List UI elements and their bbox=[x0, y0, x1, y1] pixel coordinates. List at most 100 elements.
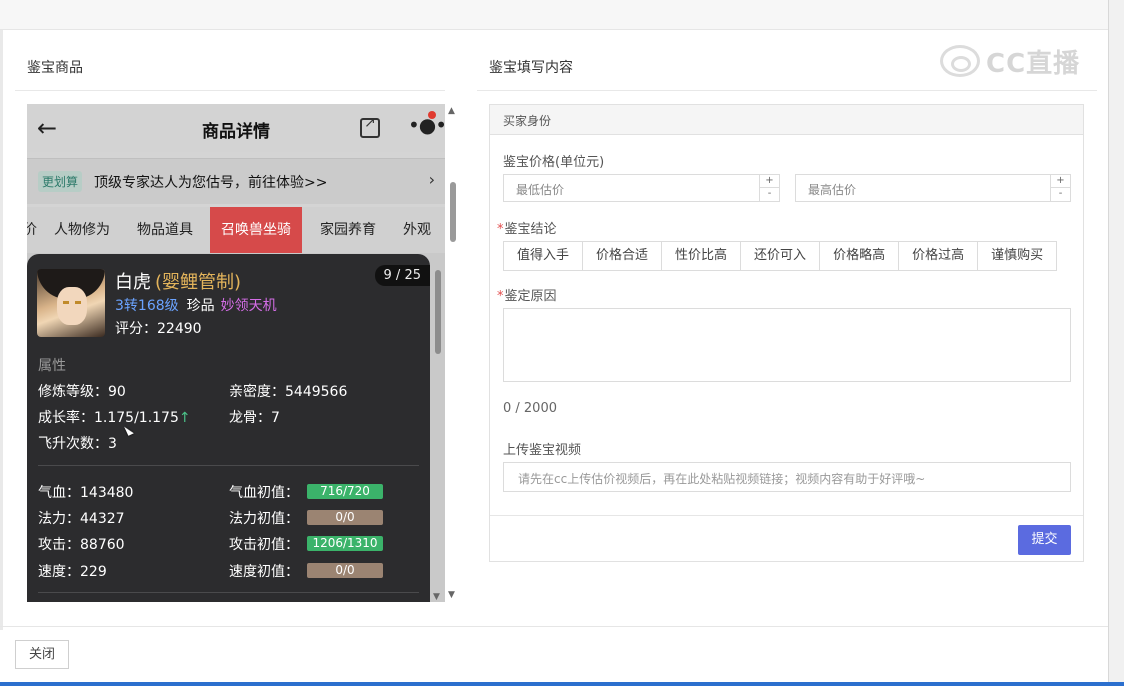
card-scrollbar[interactable]: ▼ bbox=[433, 252, 443, 602]
video-label: 上传鉴宝视频 bbox=[503, 443, 582, 458]
left-section-title: 鉴宝商品 bbox=[27, 60, 83, 76]
stat-mp: 法力：44327 bbox=[38, 511, 125, 527]
right-section-title: 鉴宝填写内容 bbox=[489, 60, 573, 76]
conclusion-label: *鉴宝结论 bbox=[497, 222, 557, 237]
form-header: 买家身份 bbox=[490, 105, 1083, 135]
attr-ascension: 飞升次数：3 bbox=[38, 436, 117, 452]
stat-speed-init-label: 速度初值： bbox=[229, 564, 299, 580]
phone-header: ← 商品详情 •●• bbox=[27, 104, 445, 152]
buyer-identity-label: 买家身份 bbox=[503, 114, 552, 128]
pet-skill: 妙领天机 bbox=[220, 298, 277, 314]
reason-textarea[interactable] bbox=[503, 308, 1071, 382]
pet-card: 白虎 (婴鲤管制) 9 / 25 3转168级 珍品 妙领天机 评分：22490 属性… bbox=[27, 254, 430, 602]
decrement-icon[interactable]: - bbox=[1051, 188, 1070, 201]
conclusion-cautious[interactable]: 谨慎购买 bbox=[978, 242, 1056, 270]
right-title-divider bbox=[477, 90, 1097, 91]
pet-name-suffix: (婴鲤管制) bbox=[155, 272, 242, 293]
pet-name: 白虎 (婴鲤管制) bbox=[115, 268, 241, 294]
stat-hp-init-label: 气血初值： bbox=[229, 485, 299, 501]
more-icon[interactable]: •●• bbox=[408, 113, 445, 137]
taskbar-edge bbox=[0, 682, 1124, 686]
scroll-down-arrow-icon[interactable]: ▼ bbox=[448, 590, 455, 600]
chevron-right-icon: › bbox=[428, 170, 435, 189]
left-title-divider bbox=[15, 90, 445, 91]
price-label: 鉴宝价格(单位元) bbox=[503, 155, 605, 170]
max-price-stepper[interactable]: + - bbox=[1050, 175, 1070, 201]
stat-hp-init-bar: 716/720 bbox=[307, 484, 383, 499]
tab-home[interactable]: 家园养育 bbox=[320, 207, 376, 253]
form-footer-divider bbox=[490, 515, 1083, 516]
card-scroll-thumb[interactable] bbox=[435, 270, 441, 354]
tab-summons[interactable]: 召唤兽坐骑 bbox=[210, 207, 302, 253]
watermark-text: CC直播 bbox=[986, 48, 1081, 79]
min-price-placeholder: 最低估价 bbox=[516, 183, 565, 197]
footer-divider bbox=[0, 626, 1108, 627]
scroll-down-arrow-icon[interactable]: ▼ bbox=[433, 592, 440, 602]
stat-speed: 速度：229 bbox=[38, 564, 107, 580]
preview-scroll-thumb[interactable] bbox=[450, 182, 456, 242]
attr-intimacy: 亲密度：5449566 bbox=[229, 384, 348, 400]
reason-label: *鉴定原因 bbox=[497, 289, 557, 304]
tab-items[interactable]: 物品道具 bbox=[137, 207, 193, 253]
conclusion-bargain[interactable]: 还价可入 bbox=[741, 242, 821, 270]
conclusion-worth-buying[interactable]: 值得入手 bbox=[504, 242, 584, 270]
pet-quality: 珍品 bbox=[186, 298, 215, 314]
min-price-input[interactable]: 最低估价 + - bbox=[503, 174, 780, 202]
pet-counter: 9 / 25 bbox=[374, 265, 430, 286]
phone-header-title: 商品详情 bbox=[202, 122, 270, 142]
category-tabs: 价 人物修为 物品道具 召唤兽坐骑 家园养育 外观 bbox=[27, 207, 445, 253]
promo-tag: 更划算 bbox=[38, 171, 83, 192]
cc-watermark: CC直播 bbox=[940, 42, 1090, 80]
pet-level: 3转168级 bbox=[115, 298, 179, 314]
conclusion-fair-price[interactable]: 价格合适 bbox=[583, 242, 663, 270]
pet-name-main: 白虎 bbox=[115, 272, 151, 293]
min-price-stepper[interactable]: + - bbox=[759, 175, 779, 201]
close-button[interactable]: 关闭 bbox=[15, 640, 69, 669]
stat-mp-init-label: 法力初值： bbox=[229, 511, 299, 527]
stat-hp: 气血：143480 bbox=[38, 485, 134, 501]
max-price-input[interactable]: 最高估价 + - bbox=[795, 174, 1071, 202]
submit-button[interactable]: 提交 bbox=[1018, 525, 1071, 555]
tab-character[interactable]: 人物修为 bbox=[54, 207, 110, 253]
scroll-up-arrow-icon[interactable]: ▲ bbox=[448, 106, 455, 116]
max-price-placeholder: 最高估价 bbox=[808, 183, 857, 197]
pet-score: 评分：22490 bbox=[115, 321, 202, 337]
attr-growth-value: 成长率：1.175/1.175 bbox=[38, 410, 179, 426]
increment-icon[interactable]: + bbox=[760, 175, 779, 188]
pet-avatar bbox=[37, 269, 105, 337]
tab-appearance[interactable]: 外观 bbox=[403, 207, 431, 253]
promo-text: 顶级专家达人为您估号，前往体验>> bbox=[94, 175, 328, 191]
product-preview: ← 商品详情 •●• 更划算 顶级专家达人为您估号，前往体验>> › 价 人物修… bbox=[27, 104, 445, 602]
tab-price[interactable]: 价 bbox=[27, 207, 37, 253]
attr-growth: 成长率：1.175/1.175↑ bbox=[38, 407, 191, 427]
attr-dragon-bone: 龙骨：7 bbox=[229, 410, 280, 426]
stat-attack-init-label: 攻击初值： bbox=[229, 537, 299, 553]
decrement-icon[interactable]: - bbox=[760, 188, 779, 201]
preview-scrollbar[interactable]: ▲ ▼ bbox=[446, 104, 460, 602]
conclusion-slightly-high[interactable]: 价格略高 bbox=[820, 242, 900, 270]
stat-speed-init-bar: 0/0 bbox=[307, 563, 383, 578]
stat-attack: 攻击：88760 bbox=[38, 537, 125, 553]
share-icon[interactable] bbox=[360, 115, 380, 138]
window-right-strip bbox=[1108, 0, 1124, 686]
conclusion-options: 值得入手 价格合适 性价比高 还价可入 价格略高 价格过高 谨慎购买 bbox=[503, 241, 1058, 271]
growth-up-arrow-icon: ↑ bbox=[178, 410, 191, 426]
video-link-input[interactable]: 请先在cc上传估价视频后，再在此处粘贴视频链接；视频内容有助于好评哦~ bbox=[503, 462, 1071, 492]
attributes-title: 属性 bbox=[38, 358, 66, 374]
cc-logo-icon bbox=[940, 45, 980, 77]
conclusion-good-value[interactable]: 性价比高 bbox=[662, 242, 742, 270]
attr-cultivation: 修炼等级：90 bbox=[38, 384, 126, 400]
card-divider-bottom bbox=[38, 592, 419, 593]
notification-dot bbox=[428, 111, 436, 119]
appraisal-form: 买家身份 鉴宝价格(单位元) 最低估价 + - 最高估价 + - *鉴宝结论 值得入… bbox=[489, 104, 1084, 562]
promo-banner[interactable]: 更划算 顶级专家达人为您估号，前往体验>> › bbox=[27, 158, 445, 204]
reason-char-count: 0 / 2000 bbox=[503, 401, 557, 416]
pet-tags: 3转168级 珍品 妙领天机 bbox=[115, 295, 277, 315]
increment-icon[interactable]: + bbox=[1051, 175, 1070, 188]
conclusion-too-high[interactable]: 价格过高 bbox=[899, 242, 979, 270]
modal-left-edge bbox=[0, 30, 3, 630]
stat-attack-init-bar: 1206/1310 bbox=[307, 536, 383, 551]
stat-mp-init-bar: 0/0 bbox=[307, 510, 383, 525]
window-top-bar bbox=[0, 0, 1124, 30]
video-link-placeholder: 请先在cc上传估价视频后，再在此处粘贴视频链接；视频内容有助于好评哦~ bbox=[518, 472, 926, 486]
